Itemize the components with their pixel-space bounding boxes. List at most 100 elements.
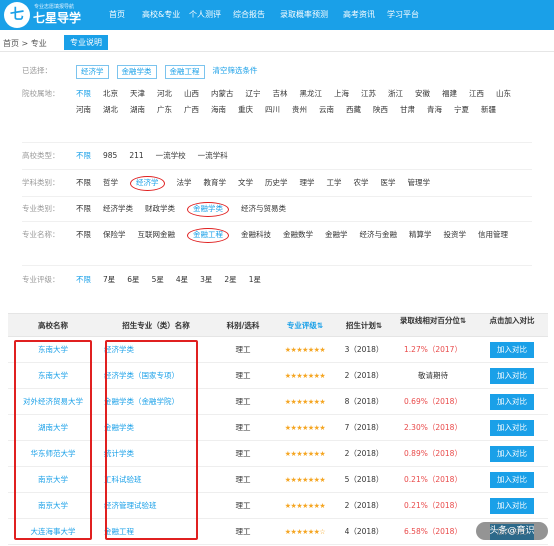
region-option[interactable]: 福建	[442, 86, 457, 102]
discipline-option[interactable]: 哲学	[103, 175, 118, 191]
major-name-option[interactable]: 金融学	[325, 227, 348, 243]
major-name-option[interactable]: 不限	[76, 227, 91, 243]
region-option[interactable]: 山东	[496, 86, 511, 102]
region-option[interactable]: 湖北	[103, 102, 118, 118]
discipline-option[interactable]: 文学	[238, 175, 253, 191]
school-type-option[interactable]: 一流学校	[156, 148, 186, 164]
discipline-option[interactable]: 历史学	[265, 175, 288, 191]
discipline-option[interactable]: 法学	[177, 175, 192, 191]
discipline-option[interactable]: 管理学	[408, 175, 431, 191]
rating-option[interactable]: 1星	[249, 272, 261, 288]
region-option[interactable]: 安徽	[415, 86, 430, 102]
add-compare-button[interactable]: 加入对比	[490, 368, 534, 384]
nav-item-assessment[interactable]: 个人测评	[186, 0, 224, 30]
selected-tag[interactable]: 金融学类	[116, 65, 157, 79]
col-rating-sort[interactable]: 专业评级⇅	[272, 314, 338, 336]
major-info-button[interactable]: 专业说明	[64, 35, 108, 50]
nav-item-schools-majors[interactable]: 高校&专业	[142, 0, 180, 30]
region-option[interactable]: 上海	[334, 86, 349, 102]
region-option[interactable]: 内蒙古	[211, 86, 234, 102]
discipline-option[interactable]: 工学	[327, 175, 342, 191]
region-option[interactable]: 湖南	[130, 102, 145, 118]
major-name-option[interactable]: 金融工程	[187, 228, 229, 243]
school-type-option[interactable]: 985	[103, 148, 117, 164]
school-type-option[interactable]: 211	[129, 148, 143, 164]
major-class-option[interactable]: 不限	[76, 201, 91, 217]
nav-item-news[interactable]: 高考资讯	[340, 0, 378, 30]
rating-option[interactable]: 不限	[76, 272, 91, 288]
region-option[interactable]: 甘肃	[400, 102, 415, 118]
region-option[interactable]: 江西	[469, 86, 484, 102]
add-compare-button[interactable]: 加入对比	[490, 420, 534, 436]
region-option[interactable]: 四川	[265, 102, 280, 118]
major-name-option[interactable]: 投资学	[444, 227, 467, 243]
school-type-option[interactable]: 不限	[76, 148, 91, 164]
region-option[interactable]: 山西	[184, 86, 199, 102]
col-plan-sort[interactable]: 招生计划⇅	[338, 314, 390, 336]
major-class-option[interactable]: 金融学类	[187, 202, 229, 217]
rating-option[interactable]: 5星	[152, 272, 164, 288]
region-option[interactable]: 海南	[211, 102, 226, 118]
col-percentile-sort[interactable]: 录取线相对百分位⇅	[390, 314, 476, 336]
region-option[interactable]: 宁夏	[454, 102, 469, 118]
selected-tag[interactable]: 金融工程	[164, 65, 205, 79]
school-type-option[interactable]: 一流学科	[198, 148, 228, 164]
nav-item-home[interactable]: 首页	[98, 0, 136, 30]
major-name-option[interactable]: 信用管理	[478, 227, 508, 243]
discipline-option[interactable]: 医学	[381, 175, 396, 191]
add-compare-button[interactable]: 加入对比	[490, 498, 534, 514]
major-class-filter-row: 专业类别： 不限 经济学类 财政学类 金融学类 经济与贸易类	[22, 201, 536, 217]
rating-option[interactable]: 3星	[200, 272, 212, 288]
add-compare-button[interactable]: 加入对比	[490, 342, 534, 358]
region-option[interactable]: 河南	[76, 102, 91, 118]
region-option[interactable]: 北京	[103, 86, 118, 102]
region-option[interactable]: 新疆	[481, 102, 496, 118]
major-name-options: 不限 保险学 互联网金融 金融工程 金融科技 金融数学 金融学 经济与金融 精算学 投资学 信用管理	[76, 227, 536, 243]
region-option[interactable]: 青海	[427, 102, 442, 118]
add-compare-button[interactable]: 加入对比	[490, 394, 534, 410]
region-option[interactable]: 河北	[157, 86, 172, 102]
region-option[interactable]: 天津	[130, 86, 145, 102]
major-class-option[interactable]: 经济与贸易类	[241, 201, 286, 217]
rating-option[interactable]: 7星	[103, 272, 115, 288]
rating-option[interactable]: 6星	[127, 272, 139, 288]
region-option[interactable]: 贵州	[292, 102, 307, 118]
discipline-option[interactable]: 教育学	[204, 175, 227, 191]
discipline-option[interactable]: 不限	[76, 175, 91, 191]
selected-tag[interactable]: 经济学	[76, 65, 109, 79]
discipline-option[interactable]: 经济学	[130, 176, 165, 191]
discipline-option[interactable]: 理学	[300, 175, 315, 191]
add-compare-button[interactable]: 加入对比	[490, 446, 534, 462]
clear-filters-link[interactable]: 清空筛选条件	[213, 63, 258, 79]
region-option[interactable]: 浙江	[388, 86, 403, 102]
logo-icon[interactable]: 七	[4, 2, 30, 28]
region-option[interactable]: 重庆	[238, 102, 253, 118]
region-option[interactable]: 不限	[76, 86, 91, 102]
nav-item-learning[interactable]: 学习平台	[384, 0, 422, 30]
region-option[interactable]: 广西	[184, 102, 199, 118]
major-class-option[interactable]: 财政学类	[145, 201, 175, 217]
nav-item-admission-prediction[interactable]: 录取概率预测	[274, 0, 334, 30]
major-name-option[interactable]: 经济与金融	[360, 227, 398, 243]
major-name-option[interactable]: 保险学	[103, 227, 126, 243]
major-name-option[interactable]: 金融数学	[283, 227, 313, 243]
region-option[interactable]: 吉林	[273, 86, 288, 102]
region-option[interactable]: 陕西	[373, 102, 388, 118]
discipline-option[interactable]: 农学	[354, 175, 369, 191]
major-class-option[interactable]: 经济学类	[103, 201, 133, 217]
major-name-option[interactable]: 金融科技	[241, 227, 271, 243]
region-option[interactable]: 黑龙江	[300, 86, 323, 102]
region-option[interactable]: 江苏	[361, 86, 376, 102]
brand-name[interactable]: 七星导学	[33, 9, 81, 26]
breadcrumb[interactable]: 首页 > 专业	[3, 38, 47, 49]
nav-item-report[interactable]: 综合报告	[230, 0, 268, 30]
add-compare-button[interactable]: 加入对比	[490, 472, 534, 488]
region-option[interactable]: 云南	[319, 102, 334, 118]
rating-option[interactable]: 2星	[224, 272, 236, 288]
region-option[interactable]: 辽宁	[246, 86, 261, 102]
region-option[interactable]: 西藏	[346, 102, 361, 118]
major-name-option[interactable]: 精算学	[409, 227, 432, 243]
region-option[interactable]: 广东	[157, 102, 172, 118]
rating-option[interactable]: 4星	[176, 272, 188, 288]
major-name-option[interactable]: 互联网金融	[138, 227, 176, 243]
